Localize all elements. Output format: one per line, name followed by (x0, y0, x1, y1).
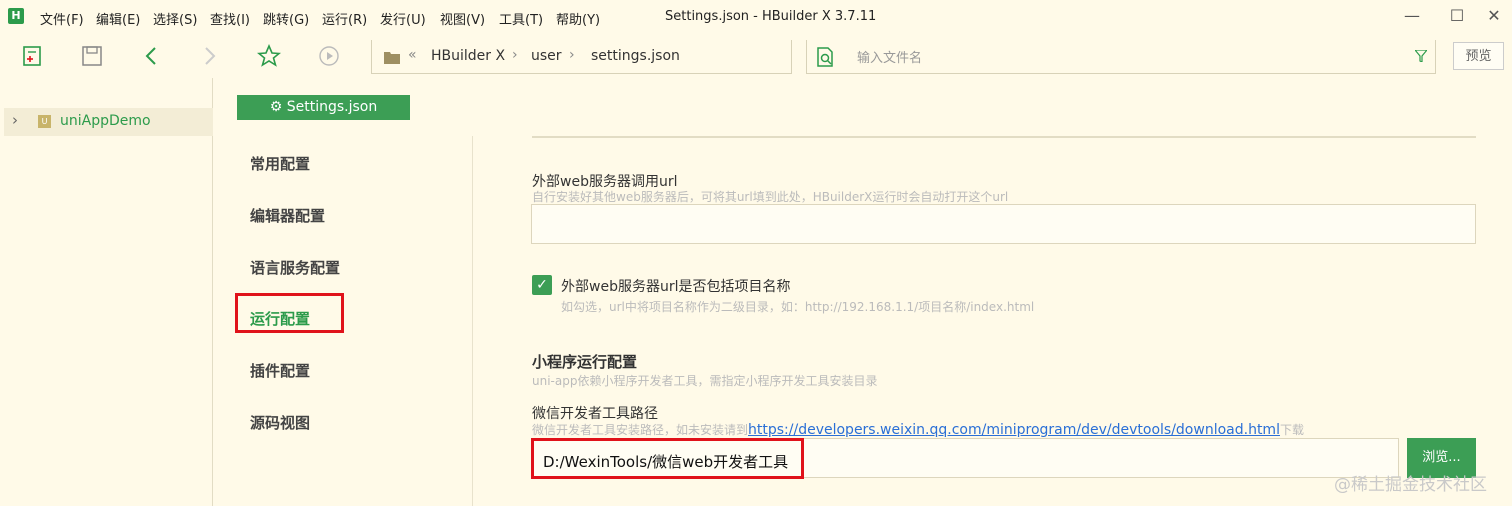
back-icon[interactable] (140, 44, 164, 68)
filter-icon[interactable] (1415, 50, 1427, 62)
folder-icon (384, 52, 400, 64)
save-icon[interactable] (80, 44, 104, 68)
mini-program-desc: uni-app依赖小程序开发者工具，需指定小程序开发工具安装目录 (532, 374, 878, 388)
menu-tools[interactable]: 工具(T) (499, 9, 543, 28)
web-url-desc: 自行安装好其他web服务器后，可将其url填到此处，HBuilderX运行时会自… (532, 190, 1009, 204)
run-icon[interactable] (317, 44, 341, 68)
include-name-desc: 如勾选，url中将项目名称作为二级目录，如：http://192.168.1.1… (561, 300, 1035, 314)
wechat-path-desc-prefix: 微信开发者工具安装路径，如未安装请到 (532, 423, 749, 437)
forward-icon[interactable] (197, 44, 221, 68)
mini-program-title: 小程序运行配置 (532, 353, 638, 371)
wechat-path-desc-suffix: 下载 (1279, 423, 1304, 437)
file-search (806, 40, 1436, 74)
breadcrumb-item[interactable]: HBuilder X (431, 48, 505, 64)
maximize-icon[interactable]: ☐ (1445, 5, 1469, 27)
breadcrumb: « HBuilder X › user › settings.json (371, 40, 792, 74)
chevron-right-icon: › (569, 47, 575, 63)
search-file-icon[interactable] (815, 46, 837, 68)
app-logo-icon: H (8, 8, 24, 24)
window-title: Settings.json - HBuilder X 3.7.11 (665, 9, 877, 24)
breadcrumb-item[interactable]: settings.json (591, 48, 680, 64)
project-tree-item[interactable]: › U uniAppDemo (4, 108, 213, 136)
highlight-box (235, 293, 344, 333)
wechat-download-link[interactable]: https://developers.weixin.qq.com/minipro… (748, 422, 1280, 438)
highlight-box (531, 438, 804, 479)
chevron-right-icon: › (512, 47, 518, 63)
minimize-icon[interactable]: — (1400, 5, 1424, 27)
menu-edit[interactable]: 编辑(E) (96, 9, 140, 28)
menu-bar: H 文件(F) 编辑(E) 选择(S) 查找(I) 跳转(G) 运行(R) 发行… (0, 0, 1512, 34)
menu-select[interactable]: 选择(S) (153, 9, 197, 28)
divider (532, 136, 1476, 138)
project-name: uniAppDemo (60, 113, 151, 129)
nav-plugins[interactable]: 插件配置 (250, 360, 310, 381)
search-input[interactable] (855, 46, 1359, 70)
uni-project-icon: U (38, 115, 51, 128)
preview-button[interactable]: 预览 (1453, 42, 1504, 70)
breadcrumb-item[interactable]: user (531, 48, 562, 64)
settings-tab-label: Settings.json (286, 99, 378, 115)
collapse-icon[interactable]: « (408, 47, 417, 63)
nav-language-service[interactable]: 语言服务配置 (250, 257, 340, 278)
nav-source-view[interactable]: 源码视图 (250, 412, 310, 433)
menu-run[interactable]: 运行(R) (322, 9, 367, 28)
menu-file[interactable]: 文件(F) (40, 9, 84, 28)
nav-editor[interactable]: 编辑器配置 (250, 205, 325, 226)
include-name-label: 外部web服务器url是否包括项目名称 (561, 279, 791, 295)
settings-tab[interactable]: ⚙ Settings.json (237, 95, 410, 120)
include-name-checkbox[interactable]: ✓ (532, 275, 552, 295)
web-url-input[interactable] (531, 204, 1476, 244)
menu-view[interactable]: 视图(V) (440, 9, 485, 28)
star-icon[interactable] (257, 44, 281, 68)
project-panel: › U uniAppDemo (0, 78, 213, 506)
nav-common[interactable]: 常用配置 (250, 153, 310, 174)
watermark: @稀土掘金技术社区 (1334, 475, 1487, 495)
wechat-path-title: 微信开发者工具路径 (532, 406, 658, 422)
new-file-icon[interactable] (20, 44, 44, 68)
gear-icon: ⚙ (269, 99, 283, 115)
menu-goto[interactable]: 跳转(G) (263, 9, 309, 28)
wechat-path-desc: 微信开发者工具安装路径，如未安装请到https://developers.wei… (532, 421, 1304, 438)
close-icon[interactable]: ✕ (1482, 5, 1506, 27)
menu-help[interactable]: 帮助(Y) (556, 9, 600, 28)
menu-find[interactable]: 查找(I) (210, 9, 250, 28)
menu-publish[interactable]: 发行(U) (380, 9, 426, 28)
chevron-right-icon[interactable]: › (12, 111, 18, 129)
